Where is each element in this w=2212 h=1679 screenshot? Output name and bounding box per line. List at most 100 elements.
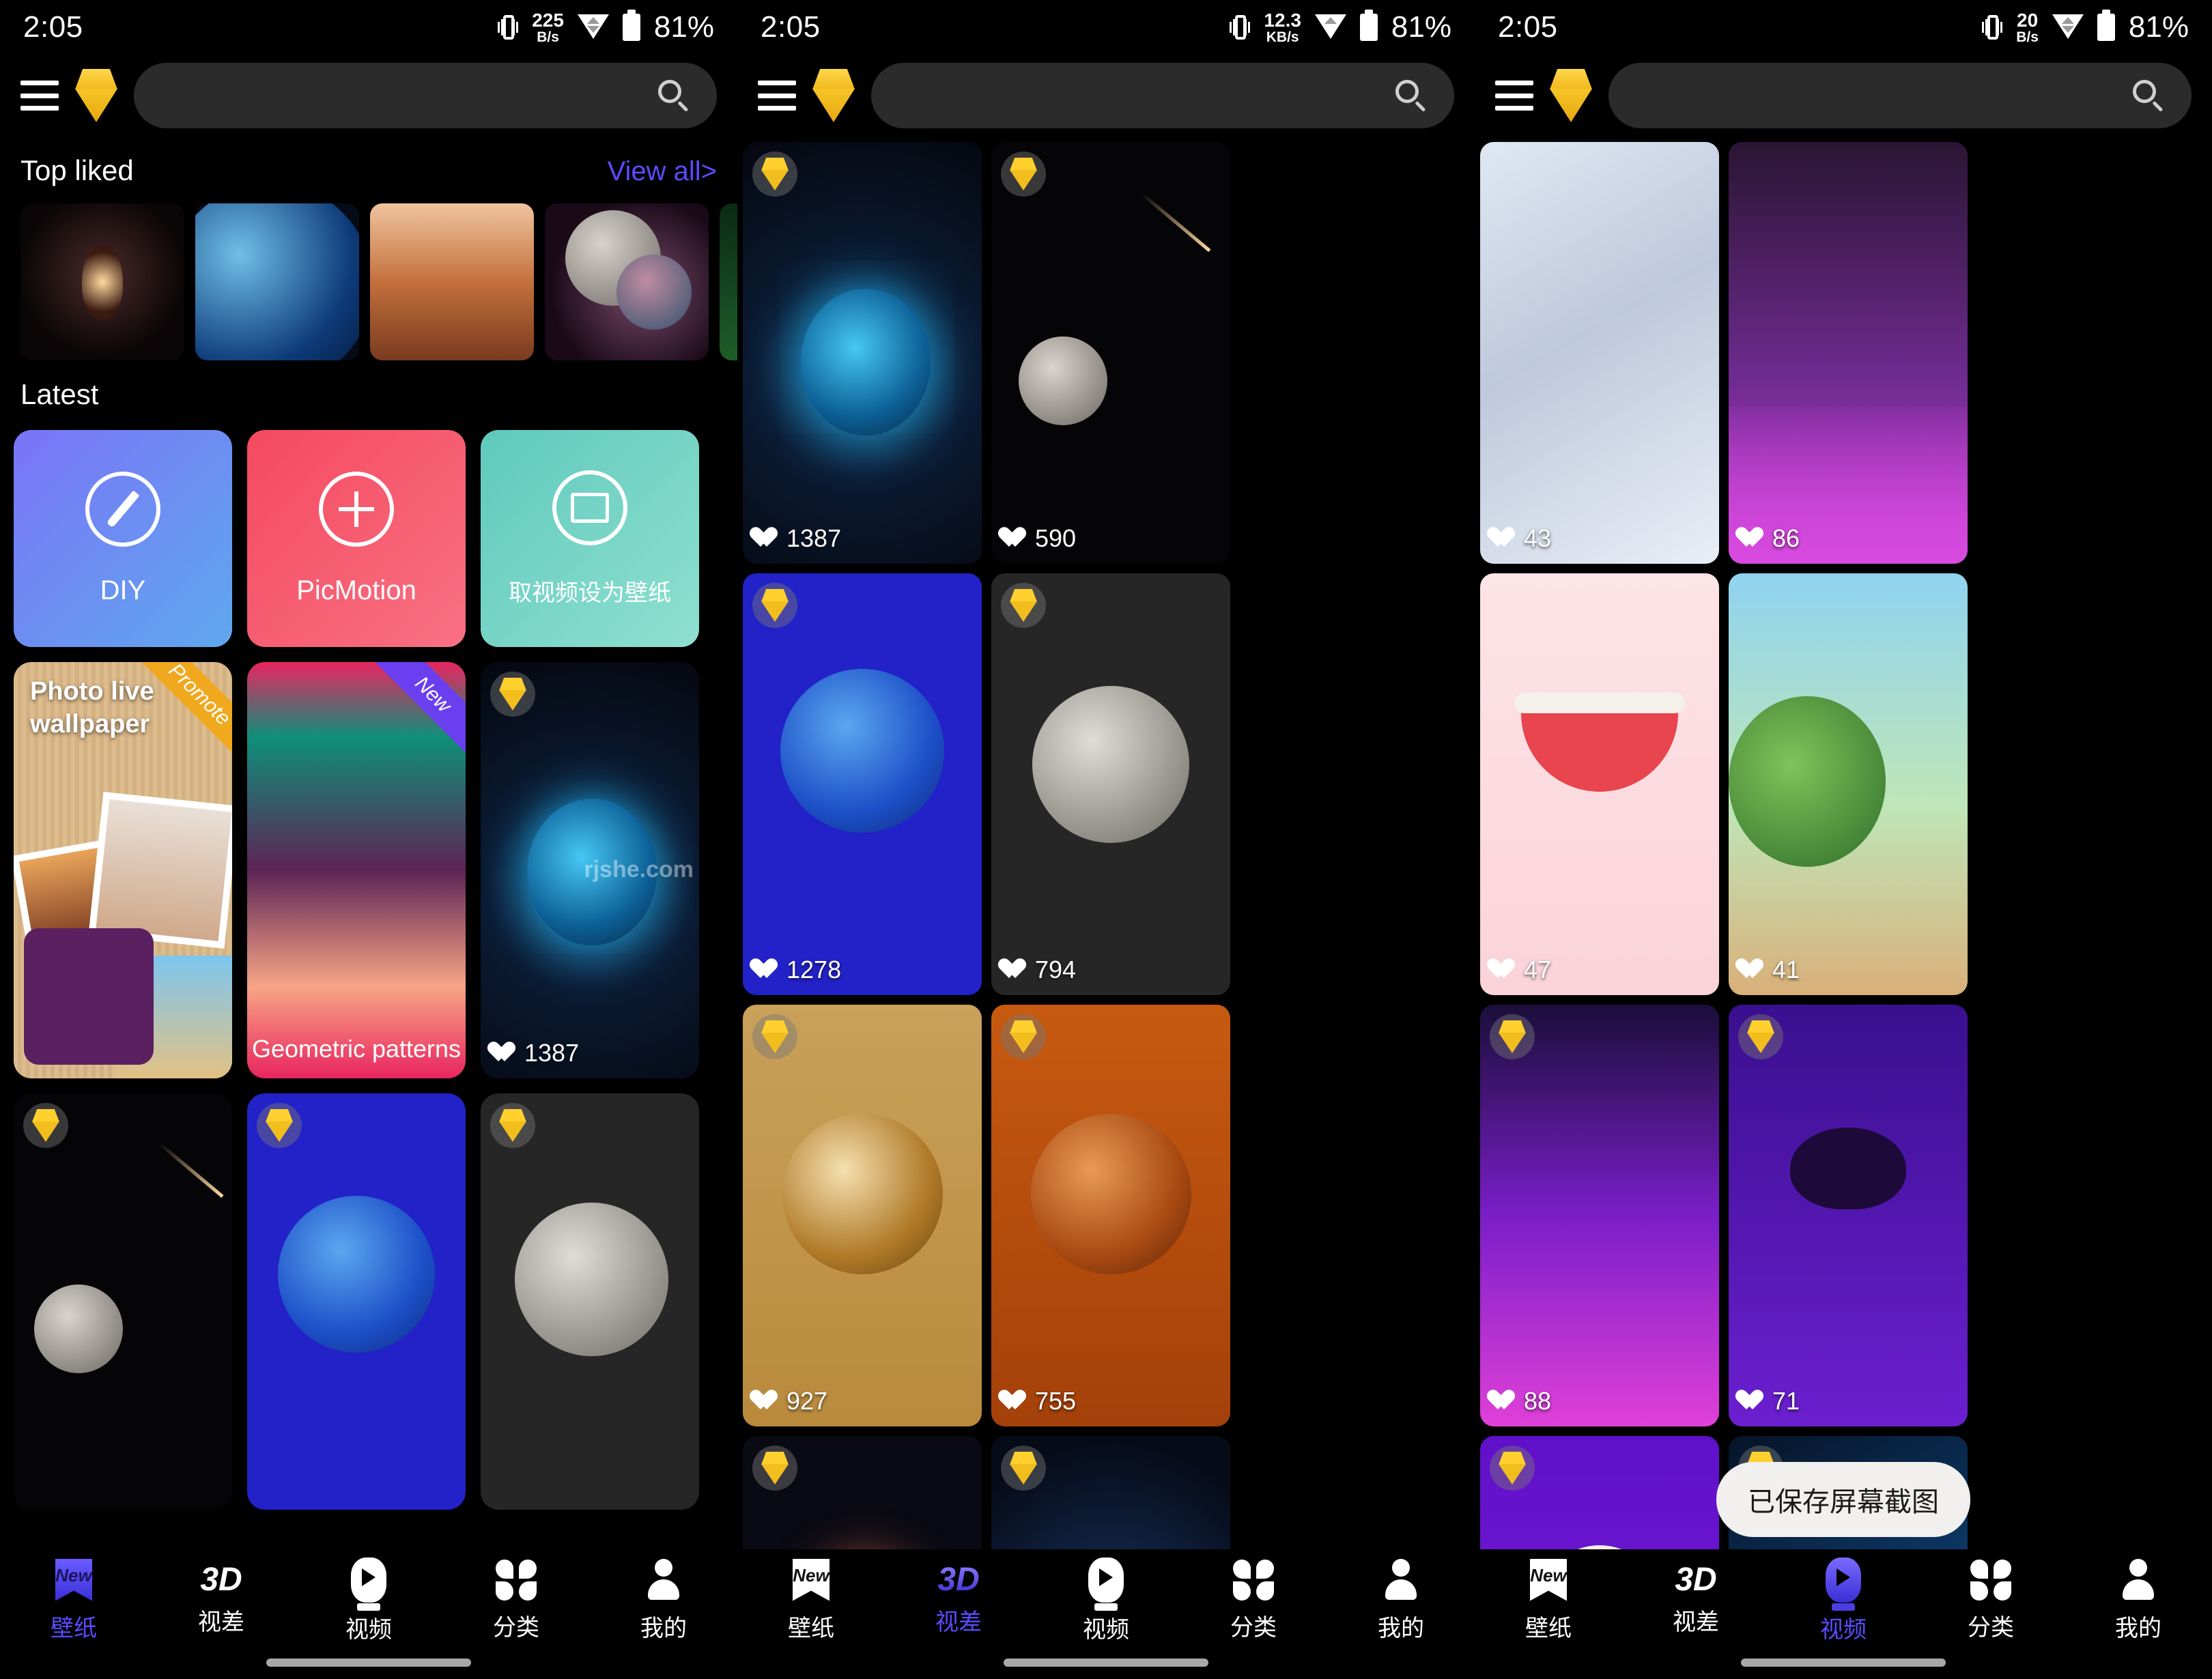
like-count: 41 [1741,956,1800,984]
wallpaper-cell[interactable]: 47 [1480,573,1719,995]
promo-card-geometric-patterns[interactable]: New Geometric patterns [247,662,466,1078]
gem-badge-icon [752,1446,797,1491]
like-count: 927 [755,1387,827,1416]
status-bar: 2:05 20 B/s 81% [1475,0,2212,55]
categories-grid-icon [1970,1559,2011,1601]
battery-icon [1359,10,1378,41]
categories-grid-icon [1233,1559,1274,1601]
vibrate-icon [498,14,519,41]
network-speed: 225 B/s [532,10,564,45]
home-indicator[interactable] [1741,1659,1946,1667]
nav-item-video[interactable]: 视频 [295,1557,442,1644]
like-count-value: 1278 [786,956,842,984]
wallpaper-cell[interactable]: 590 [991,142,1230,564]
new-ribbon-icon: New [55,1558,92,1601]
wallpaper-cell[interactable]: 43 [1480,142,1719,564]
wallpaper-cell[interactable]: 88 [1480,1005,1719,1426]
bottom-nav-bar: New 壁纸 3D 视差 视频 分类 我的 [0,1549,737,1679]
gem-badge-icon [752,583,797,628]
promo-app-icon [24,928,154,1065]
search-icon[interactable] [658,80,690,112]
like-count-value: 590 [1035,524,1077,552]
top-liked-thumb[interactable] [370,203,534,360]
nav-label: 分类 [493,1614,539,1641]
wifi-icon [2052,14,2084,40]
like-count: 755 [1004,1387,1076,1416]
top-liked-thumb[interactable] [20,203,184,360]
wallpaper-cell[interactable]: 71 [1729,1005,1968,1426]
wallpaper-cell[interactable]: 927 [743,1005,982,1426]
nav-item-wallpaper[interactable]: New 壁纸 [0,1558,147,1643]
status-time: 2:05 [1498,10,1558,44]
nav-item-categories[interactable]: 分类 [1917,1559,2065,1642]
wallpaper-cell[interactable]: 86 [1729,142,1968,564]
view-all-link[interactable]: View all> [608,156,717,187]
search-icon[interactable] [1395,80,1427,112]
hamburger-icon[interactable] [20,81,59,111]
search-input[interactable] [871,63,1454,128]
nav-label: 视频 [1083,1616,1129,1643]
nav-item-categories[interactable]: 分类 [1180,1559,1327,1642]
search-input[interactable] [134,63,717,128]
wallpaper-cell[interactable]: 755 [991,1005,1230,1426]
top-liked-thumb[interactable] [195,203,359,360]
hamburger-icon[interactable] [1495,81,1533,111]
nav-item-wallpaper[interactable]: New 壁纸 [1475,1558,1622,1643]
top-liked-thumb[interactable] [720,203,737,360]
promo-row-second [0,1078,737,1510]
like-count-value: 86 [1772,524,1800,552]
heart-icon [755,528,778,549]
feature-tile-diy[interactable]: DIY [14,430,232,647]
heart-icon [493,1042,516,1064]
video-play-icon [351,1557,386,1611]
nav-item-mine[interactable]: 我的 [1327,1558,1475,1643]
wallpaper-cell[interactable]: 1278 [743,573,982,995]
panel-video-grid: 2:05 20 B/s 81% 43 86 47 41 88 71 已保存屏幕截… [1475,0,2212,1679]
nav-item-mine[interactable]: 我的 [2065,1558,2212,1643]
3d-icon: 3D [200,1561,242,1598]
user-profile-icon [644,1558,683,1601]
wallpaper-cell[interactable]: 41 [1729,573,1968,995]
nav-item-wallpaper[interactable]: New 壁纸 [737,1558,885,1643]
like-count-value: 755 [1035,1387,1077,1415]
top-liked-strip[interactable] [0,194,737,360]
3d-icon: 3D [937,1561,980,1598]
wallpaper-card[interactable] [247,1093,466,1510]
search-icon[interactable] [2133,80,2164,112]
nav-label: 我的 [640,1615,687,1641]
wallpaper-card[interactable] [14,1093,232,1510]
gem-diamond-icon[interactable] [75,69,117,122]
app-header [0,55,737,137]
battery-percent: 81% [653,10,714,44]
status-bar: 2:05 12.3 KB/s 81% [737,0,1475,55]
gem-diamond-icon[interactable] [1550,69,1592,122]
network-speed-unit: B/s [537,29,559,45]
hamburger-icon[interactable] [758,81,796,111]
nav-item-parallax[interactable]: 3D 视差 [147,1561,295,1637]
nav-item-mine[interactable]: 我的 [590,1558,737,1643]
nav-item-video[interactable]: 视频 [1032,1557,1180,1644]
wallpaper-cell[interactable]: 794 [991,573,1230,995]
promo-card-wallpaper[interactable]: rjshe.com 1387 [481,662,699,1078]
wallpaper-card[interactable] [481,1093,699,1510]
gem-badge-icon [490,672,535,717]
gem-diamond-icon[interactable] [812,69,855,122]
wallpaper-cell[interactable]: 1387 [743,142,982,564]
promo-card-photo-live-wallpaper[interactable]: Photo live wallpaper Promote [14,662,232,1078]
bottom-nav: New 壁纸 3D 视差 视频 分类 我的 [0,1549,737,1652]
nav-item-parallax[interactable]: 3D 视差 [885,1561,1032,1637]
heart-icon [755,1390,778,1412]
feature-tile-video-wallpaper[interactable]: 取视频设为壁纸 [481,430,699,647]
nav-item-video[interactable]: 视频 [1770,1557,1917,1644]
search-input[interactable] [1608,63,2192,128]
nav-label: 视差 [198,1609,244,1636]
pencil-circle-icon [85,471,160,547]
nav-item-parallax[interactable]: 3D 视差 [1622,1563,1770,1637]
gem-badge-icon [1001,152,1046,197]
home-indicator[interactable] [266,1659,471,1667]
home-indicator[interactable] [1004,1659,1208,1667]
nav-item-categories[interactable]: 分类 [442,1559,590,1642]
app-header [1475,55,2212,137]
feature-tile-picmotion[interactable]: PicMotion [247,430,466,647]
top-liked-thumb[interactable] [545,203,709,360]
